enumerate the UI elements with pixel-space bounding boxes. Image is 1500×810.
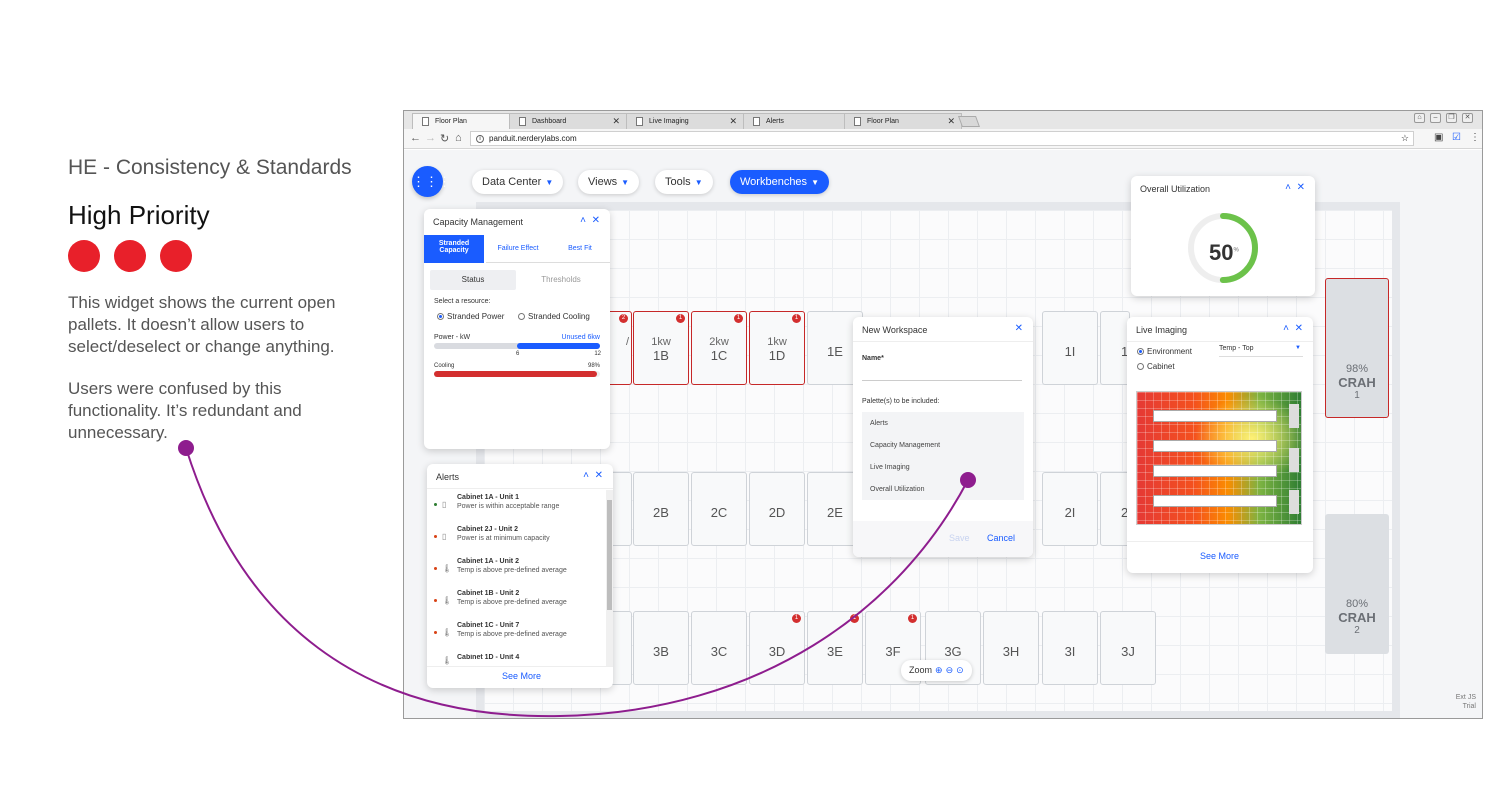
connector-path [185, 447, 969, 718]
annotation-connector [178, 440, 976, 718]
connector-start-dot [178, 440, 194, 456]
connector-end-dot [960, 472, 976, 488]
